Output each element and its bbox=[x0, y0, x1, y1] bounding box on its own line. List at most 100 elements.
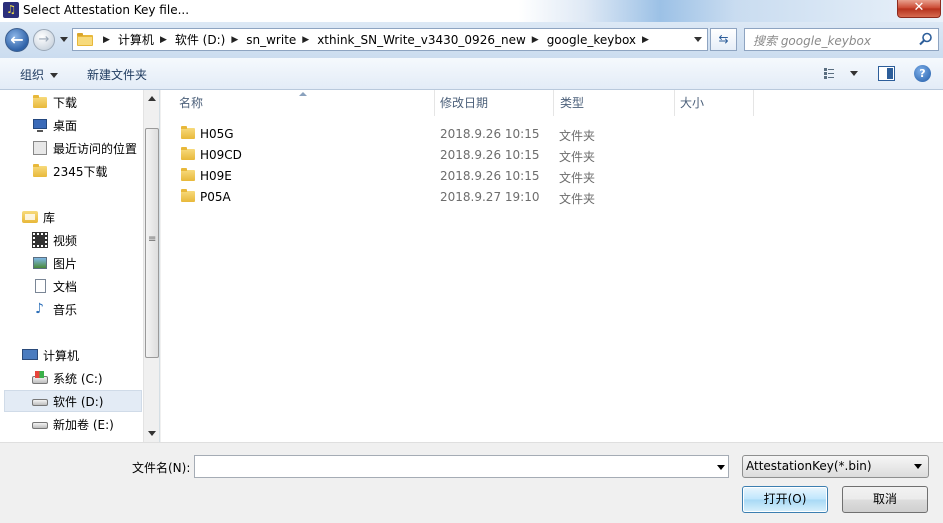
organize-label: 组织 bbox=[20, 68, 45, 82]
search-icon[interactable] bbox=[919, 32, 933, 46]
nav-scrollbar[interactable] bbox=[143, 90, 159, 442]
breadcrumb-separator-icon[interactable]: ▶ bbox=[103, 35, 110, 45]
table-row[interactable]: H09E 2018.9.26 10:15 文件夹 bbox=[161, 166, 761, 187]
drive-icon bbox=[32, 416, 48, 432]
sort-ascending-icon bbox=[299, 92, 307, 96]
nav-item-desktop[interactable]: 桌面 bbox=[32, 115, 77, 135]
address-dropdown-icon[interactable] bbox=[694, 37, 702, 42]
new-folder-button[interactable]: 新建文件夹 bbox=[87, 66, 147, 83]
nav-item-label: 视频 bbox=[53, 233, 78, 248]
file-type: 文件夹 bbox=[559, 150, 596, 164]
file-list: 名称 修改日期 类型 大小 H05G 2018.9.26 10:15 文件夹 H… bbox=[161, 90, 943, 442]
nav-item-drive-e[interactable]: 新加卷 (E:) bbox=[32, 414, 114, 434]
computer-icon bbox=[22, 347, 38, 363]
filename-label: 文件名(N): bbox=[132, 461, 191, 475]
file-name: P05A bbox=[200, 190, 231, 204]
window-title: Select Attestation Key file... bbox=[23, 3, 190, 17]
breadcrumb-separator-icon[interactable]: ▶ bbox=[642, 35, 649, 45]
file-type: 文件夹 bbox=[559, 192, 596, 206]
scroll-up-icon[interactable] bbox=[148, 96, 156, 101]
chevron-down-icon bbox=[50, 73, 59, 78]
nav-item-drive-c[interactable]: 系统 (C:) bbox=[32, 368, 103, 388]
scroll-down-icon[interactable] bbox=[148, 431, 156, 436]
column-header-type[interactable]: 类型 bbox=[554, 90, 675, 116]
breadcrumb-separator-icon[interactable]: ▶ bbox=[160, 35, 167, 45]
system-drive-icon bbox=[32, 370, 48, 386]
drive-icon bbox=[32, 393, 48, 409]
recent-pages-dropdown-icon[interactable] bbox=[60, 37, 68, 42]
nav-item-label: 软件 (D:) bbox=[53, 394, 104, 409]
search-placeholder: 搜索 google_keybox bbox=[753, 34, 871, 48]
folder-icon bbox=[181, 168, 195, 182]
nav-item-pictures[interactable]: 图片 bbox=[32, 253, 77, 273]
organize-button[interactable]: 组织 bbox=[20, 66, 59, 83]
nav-item-label: 库 bbox=[43, 210, 56, 225]
folder-icon bbox=[181, 189, 195, 203]
app-icon: ♫ bbox=[3, 2, 19, 18]
nav-item-label: 最近访问的位置 bbox=[53, 141, 138, 156]
nav-item-label: 系统 (C:) bbox=[53, 371, 103, 386]
back-button[interactable]: ← bbox=[5, 28, 29, 52]
breadcrumb-separator-icon[interactable]: ▶ bbox=[302, 35, 309, 45]
file-date: 2018.9.26 10:15 bbox=[440, 148, 540, 162]
dialog-footer: 文件名(N): AttestationKey(*.bin) 打开(O) 取消 bbox=[0, 442, 943, 523]
nav-item-computer[interactable]: 计算机 bbox=[22, 345, 79, 365]
refresh-button[interactable]: ⇆ bbox=[710, 28, 737, 51]
file-name: H09E bbox=[200, 169, 232, 183]
address-row: ← → ▶ 计算机 ▶ 软件 (D:) ▶ sn_write ▶ xthink_… bbox=[0, 22, 943, 58]
nav-item-label: 图片 bbox=[53, 256, 78, 271]
breadcrumb-drive-d[interactable]: 软件 (D:) bbox=[175, 31, 225, 48]
breadcrumb-separator-icon[interactable]: ▶ bbox=[532, 35, 539, 45]
nav-item-libraries[interactable]: 库 bbox=[22, 207, 55, 227]
scrollbar-thumb[interactable] bbox=[145, 128, 159, 358]
filename-field[interactable] bbox=[194, 455, 729, 478]
nav-item-label: 新加卷 (E:) bbox=[53, 417, 114, 432]
column-header-size[interactable]: 大小 bbox=[674, 90, 754, 116]
nav-item-label: 文档 bbox=[53, 279, 78, 294]
preview-pane-button[interactable] bbox=[878, 66, 895, 81]
help-button[interactable]: ? bbox=[914, 65, 931, 82]
nav-item-drive-d[interactable]: 软件 (D:) bbox=[32, 391, 103, 411]
breadcrumb-computer[interactable]: 计算机 bbox=[118, 31, 154, 48]
nav-item-downloads[interactable]: 下载 bbox=[32, 92, 77, 112]
close-button[interactable]: ✕ bbox=[897, 0, 941, 18]
nav-item-label: 2345下载 bbox=[53, 164, 108, 179]
nav-item-recent-places[interactable]: 最近访问的位置 bbox=[32, 138, 137, 158]
forward-button[interactable]: → bbox=[33, 29, 55, 51]
breadcrumb: ▶ 计算机 ▶ 软件 (D:) ▶ sn_write ▶ xthink_SN_W… bbox=[97, 29, 657, 50]
nav-item-label: 音乐 bbox=[53, 302, 78, 317]
folder-icon bbox=[181, 147, 195, 161]
music-library-icon: ♪ bbox=[35, 301, 44, 317]
breadcrumb-separator-icon[interactable]: ▶ bbox=[231, 35, 238, 45]
breadcrumb-xthink[interactable]: xthink_SN_Write_v3430_0926_new bbox=[317, 33, 526, 47]
breadcrumb-google-keybox[interactable]: google_keybox bbox=[547, 33, 636, 47]
file-name: H09CD bbox=[200, 148, 242, 162]
change-view-button[interactable] bbox=[822, 66, 860, 82]
file-name: H05G bbox=[200, 127, 234, 141]
nav-item-label: 桌面 bbox=[53, 118, 78, 133]
folder-icon bbox=[32, 163, 48, 179]
nav-item-2345-downloads[interactable]: 2345下载 bbox=[32, 161, 108, 181]
documents-library-icon bbox=[32, 278, 48, 294]
table-row[interactable]: H05G 2018.9.26 10:15 文件夹 bbox=[161, 124, 761, 145]
address-bar[interactable]: ▶ 计算机 ▶ 软件 (D:) ▶ sn_write ▶ xthink_SN_W… bbox=[72, 28, 708, 51]
breadcrumb-sn-write[interactable]: sn_write bbox=[246, 33, 296, 47]
nav-item-videos[interactable]: 视频 bbox=[32, 230, 77, 250]
pictures-library-icon bbox=[32, 255, 48, 271]
file-date: 2018.9.27 19:10 bbox=[440, 190, 540, 204]
navigation-pane: 下载 桌面 最近访问的位置 2345下载 库 视频 图片 文档 ♪ 音乐 计算机… bbox=[0, 90, 160, 442]
title-bar: ♫ Select Attestation Key file... ✕ bbox=[0, 0, 943, 22]
cancel-button[interactable]: 取消 bbox=[842, 486, 928, 513]
search-input[interactable]: 搜索 google_keybox bbox=[744, 28, 939, 51]
column-header-date[interactable]: 修改日期 bbox=[434, 90, 554, 116]
recent-places-icon bbox=[32, 140, 48, 156]
nav-item-documents[interactable]: 文档 bbox=[32, 276, 77, 296]
table-row[interactable]: P05A 2018.9.27 19:10 文件夹 bbox=[161, 187, 761, 208]
filename-history-dropdown-icon[interactable] bbox=[717, 465, 725, 470]
table-row[interactable]: H09CD 2018.9.26 10:15 文件夹 bbox=[161, 145, 761, 166]
open-button[interactable]: 打开(O) bbox=[742, 486, 828, 513]
nav-item-music[interactable]: ♪ 音乐 bbox=[32, 299, 77, 319]
chevron-down-icon bbox=[914, 464, 922, 469]
file-type-filter-select[interactable]: AttestationKey(*.bin) bbox=[742, 455, 929, 478]
file-type: 文件夹 bbox=[559, 129, 596, 143]
